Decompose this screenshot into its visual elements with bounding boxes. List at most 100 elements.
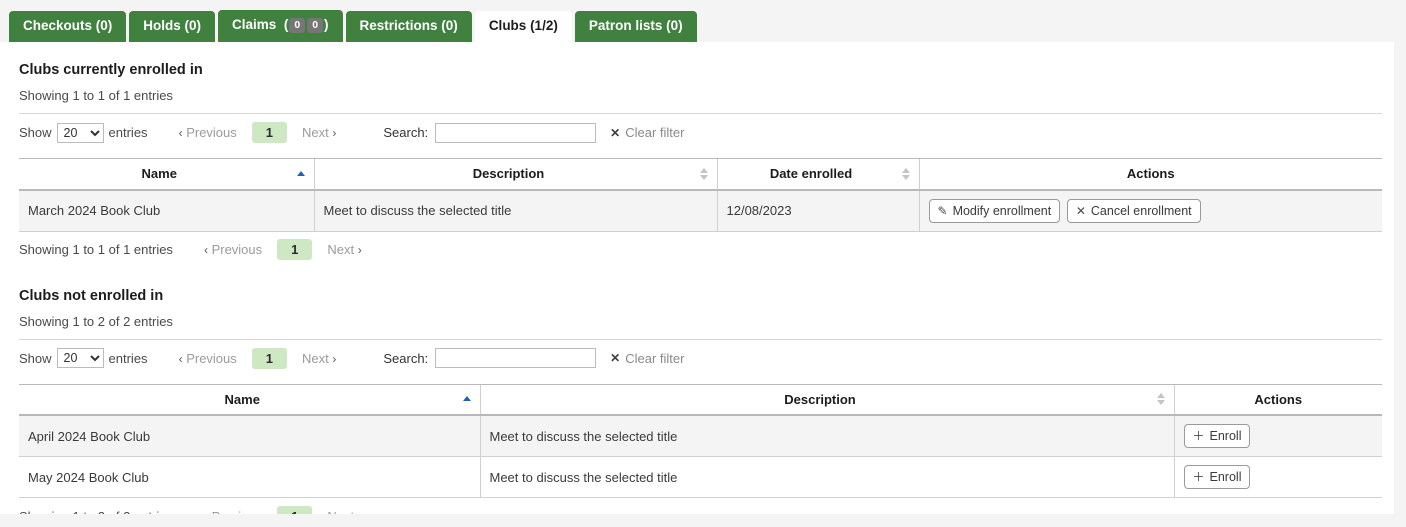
tab-restrictions[interactable]: Restrictions (0) (346, 11, 472, 42)
not-enrolled-clubs-table: Name Description Actions April 2024 Book… (19, 384, 1382, 499)
enrolled-table-footer: Showing 1 to 1 of 1 entries ‹ Previous 1… (19, 232, 1382, 268)
not-enrolled-col-name[interactable]: Name (19, 384, 480, 415)
not-enrolled-table-footer: Showing 1 to 2 of 2 entries ‹ Previous 1… (19, 498, 1382, 514)
tab-clubs[interactable]: Clubs (1/2) (475, 11, 572, 42)
enrolled-show-label: Show (19, 125, 52, 140)
sort-ascending-icon (297, 167, 306, 181)
not-enrolled-clear-filter-label: Clear filter (625, 351, 684, 366)
not-enrolled-search-input[interactable] (435, 348, 596, 368)
plus-icon: ＋ (1193, 429, 1205, 443)
not-enrolled-show-label: Show (19, 351, 52, 366)
not-enrolled-previous-button-top[interactable]: ‹ Previous (170, 348, 246, 369)
enrolled-search-label: Search: (383, 125, 428, 140)
not-enrolled-cell-actions-1: ＋ Enroll (1174, 415, 1382, 457)
not-enrolled-search-label: Search: (383, 351, 428, 366)
not-enrolled-col-name-label: Name (225, 392, 260, 407)
not-enrolled-showing-top: Showing 1 to 2 of 2 entries (19, 306, 1382, 339)
not-enrolled-previous-button-bottom[interactable]: ‹ Previous (195, 506, 271, 515)
enrolled-table-controls: Show 10 20 50 100 All entries ‹ Previous… (19, 113, 1382, 151)
not-enrolled-cell-description-1: Meet to discuss the selected title (480, 415, 1174, 457)
patron-detail-tabs: Checkouts (0) Holds (0) Claims (00) Rest… (0, 0, 1406, 42)
enrolled-entries-label: entries (109, 125, 148, 140)
not-enrolled-next-button-top[interactable]: Next › (293, 348, 345, 369)
enrolled-section-title: Clubs currently enrolled in (19, 42, 1382, 80)
enrolled-previous-button-bottom[interactable]: ‹ Previous (195, 239, 271, 260)
enrolled-pager-bottom: ‹ Previous 1 Next › (195, 239, 371, 260)
tab-checkouts[interactable]: Checkouts (0) (9, 11, 126, 42)
tab-claims-paren-open: ( (280, 17, 288, 32)
tab-claims-badge-2: 0 (307, 18, 323, 33)
chevron-right-icon: › (332, 126, 336, 140)
modify-enrollment-label: Modify enrollment (953, 204, 1052, 218)
tab-holds[interactable]: Holds (0) (129, 11, 215, 42)
not-enrolled-previous-label-bottom: Previous (212, 509, 263, 515)
enrolled-previous-label-top: Previous (186, 125, 237, 140)
enrolled-cell-name: March 2024 Book Club (19, 190, 314, 232)
tab-claims-label: Claims (232, 17, 276, 32)
clubs-panel: Clubs currently enrolled in Showing 1 to… (0, 42, 1394, 514)
enrolled-col-actions-label: Actions (1127, 166, 1175, 181)
tab-patron-lists[interactable]: Patron lists (0) (575, 11, 697, 42)
plus-icon: ＋ (1193, 470, 1205, 484)
not-enrolled-cell-name-1: April 2024 Book Club (19, 415, 480, 457)
enrolled-col-description-label: Description (473, 166, 545, 181)
cancel-enrollment-button[interactable]: ✕ Cancel enrollment (1067, 199, 1201, 223)
close-icon: ✕ (1076, 204, 1086, 218)
not-enrolled-col-actions: Actions (1174, 384, 1382, 415)
enrolled-search-block: Search: (383, 123, 596, 143)
tab-patron-lists-label: Patron lists (0) (589, 18, 683, 33)
not-enrolled-page-length-select[interactable]: 10 20 50 100 All (57, 348, 104, 368)
enrolled-cell-actions: ✎ Modify enrollment ✕ Cancel enrollment (919, 190, 1382, 232)
table-row: March 2024 Book Club Meet to discuss the… (19, 190, 1382, 232)
enrolled-page-1-top[interactable]: 1 (252, 122, 287, 143)
enrolled-col-actions: Actions (919, 159, 1382, 190)
enroll-button[interactable]: ＋ Enroll (1184, 424, 1251, 448)
enroll-label: Enroll (1210, 429, 1242, 443)
enrolled-page-1-bottom[interactable]: 1 (277, 239, 312, 260)
not-enrolled-search-block: Search: (383, 348, 596, 368)
enrolled-previous-button-top[interactable]: ‹ Previous (170, 122, 246, 143)
enrolled-next-button-top[interactable]: Next › (293, 122, 345, 143)
not-enrolled-pager-bottom: ‹ Previous 1 Next › (195, 506, 371, 515)
enrolled-clear-filter-button[interactable]: ✕ Clear filter (610, 125, 684, 140)
not-enrolled-showing-bottom: Showing 1 to 2 of 2 entries (19, 509, 173, 515)
not-enrolled-previous-label-top: Previous (186, 351, 237, 366)
enrolled-col-date-enrolled[interactable]: Date enrolled (717, 159, 919, 190)
not-enrolled-next-button-bottom[interactable]: Next › (318, 506, 370, 515)
not-enrolled-cell-description-2: Meet to discuss the selected title (480, 457, 1174, 498)
not-enrolled-entries-label: entries (109, 351, 148, 366)
close-icon: ✕ (610, 351, 620, 365)
not-enrolled-clear-filter-button[interactable]: ✕ Clear filter (610, 351, 684, 366)
chevron-right-icon: › (358, 510, 362, 515)
not-enrolled-page-1-bottom[interactable]: 1 (277, 506, 312, 515)
table-row: April 2024 Book Club Meet to discuss the… (19, 415, 1382, 457)
enrolled-previous-label-bottom: Previous (212, 242, 263, 257)
not-enrolled-pager-top: ‹ Previous 1 Next › (170, 348, 346, 369)
enrolled-clear-filter-label: Clear filter (625, 125, 684, 140)
tab-restrictions-label: Restrictions (0) (360, 18, 458, 33)
not-enrolled-col-description[interactable]: Description (480, 384, 1174, 415)
not-enrolled-table-controls: Show 10 20 50 100 All entries ‹ Previous… (19, 339, 1382, 377)
sort-ascending-icon (463, 392, 472, 406)
enroll-button[interactable]: ＋ Enroll (1184, 465, 1251, 489)
not-enrolled-table-header-row: Name Description Actions (19, 384, 1382, 415)
enrolled-search-input[interactable] (435, 123, 596, 143)
not-enrolled-page-1-top[interactable]: 1 (252, 348, 287, 369)
enrolled-col-name[interactable]: Name (19, 159, 314, 190)
enrolled-col-description[interactable]: Description (314, 159, 717, 190)
enrolled-page-length-select[interactable]: 10 20 50 100 All (57, 123, 104, 143)
modify-enrollment-button[interactable]: ✎ Modify enrollment (929, 199, 1061, 223)
enrolled-next-label-top: Next (302, 125, 329, 140)
tab-claims-paren-close: ) (324, 17, 329, 32)
not-enrolled-col-actions-label: Actions (1254, 392, 1302, 407)
enrolled-length-block: Show 10 20 50 100 All entries (19, 123, 148, 143)
tab-holds-label: Holds (0) (143, 18, 201, 33)
enrolled-next-label-bottom: Next (327, 242, 354, 257)
enrolled-col-date-enrolled-label: Date enrolled (770, 166, 852, 181)
tab-clubs-label: Clubs (1/2) (489, 18, 558, 33)
not-enrolled-length-block: Show 10 20 50 100 All entries (19, 348, 148, 368)
enrolled-next-button-bottom[interactable]: Next › (318, 239, 370, 260)
chevron-left-icon: ‹ (179, 126, 183, 140)
enrolled-col-name-label: Name (142, 166, 177, 181)
tab-claims[interactable]: Claims (00) (218, 10, 342, 42)
